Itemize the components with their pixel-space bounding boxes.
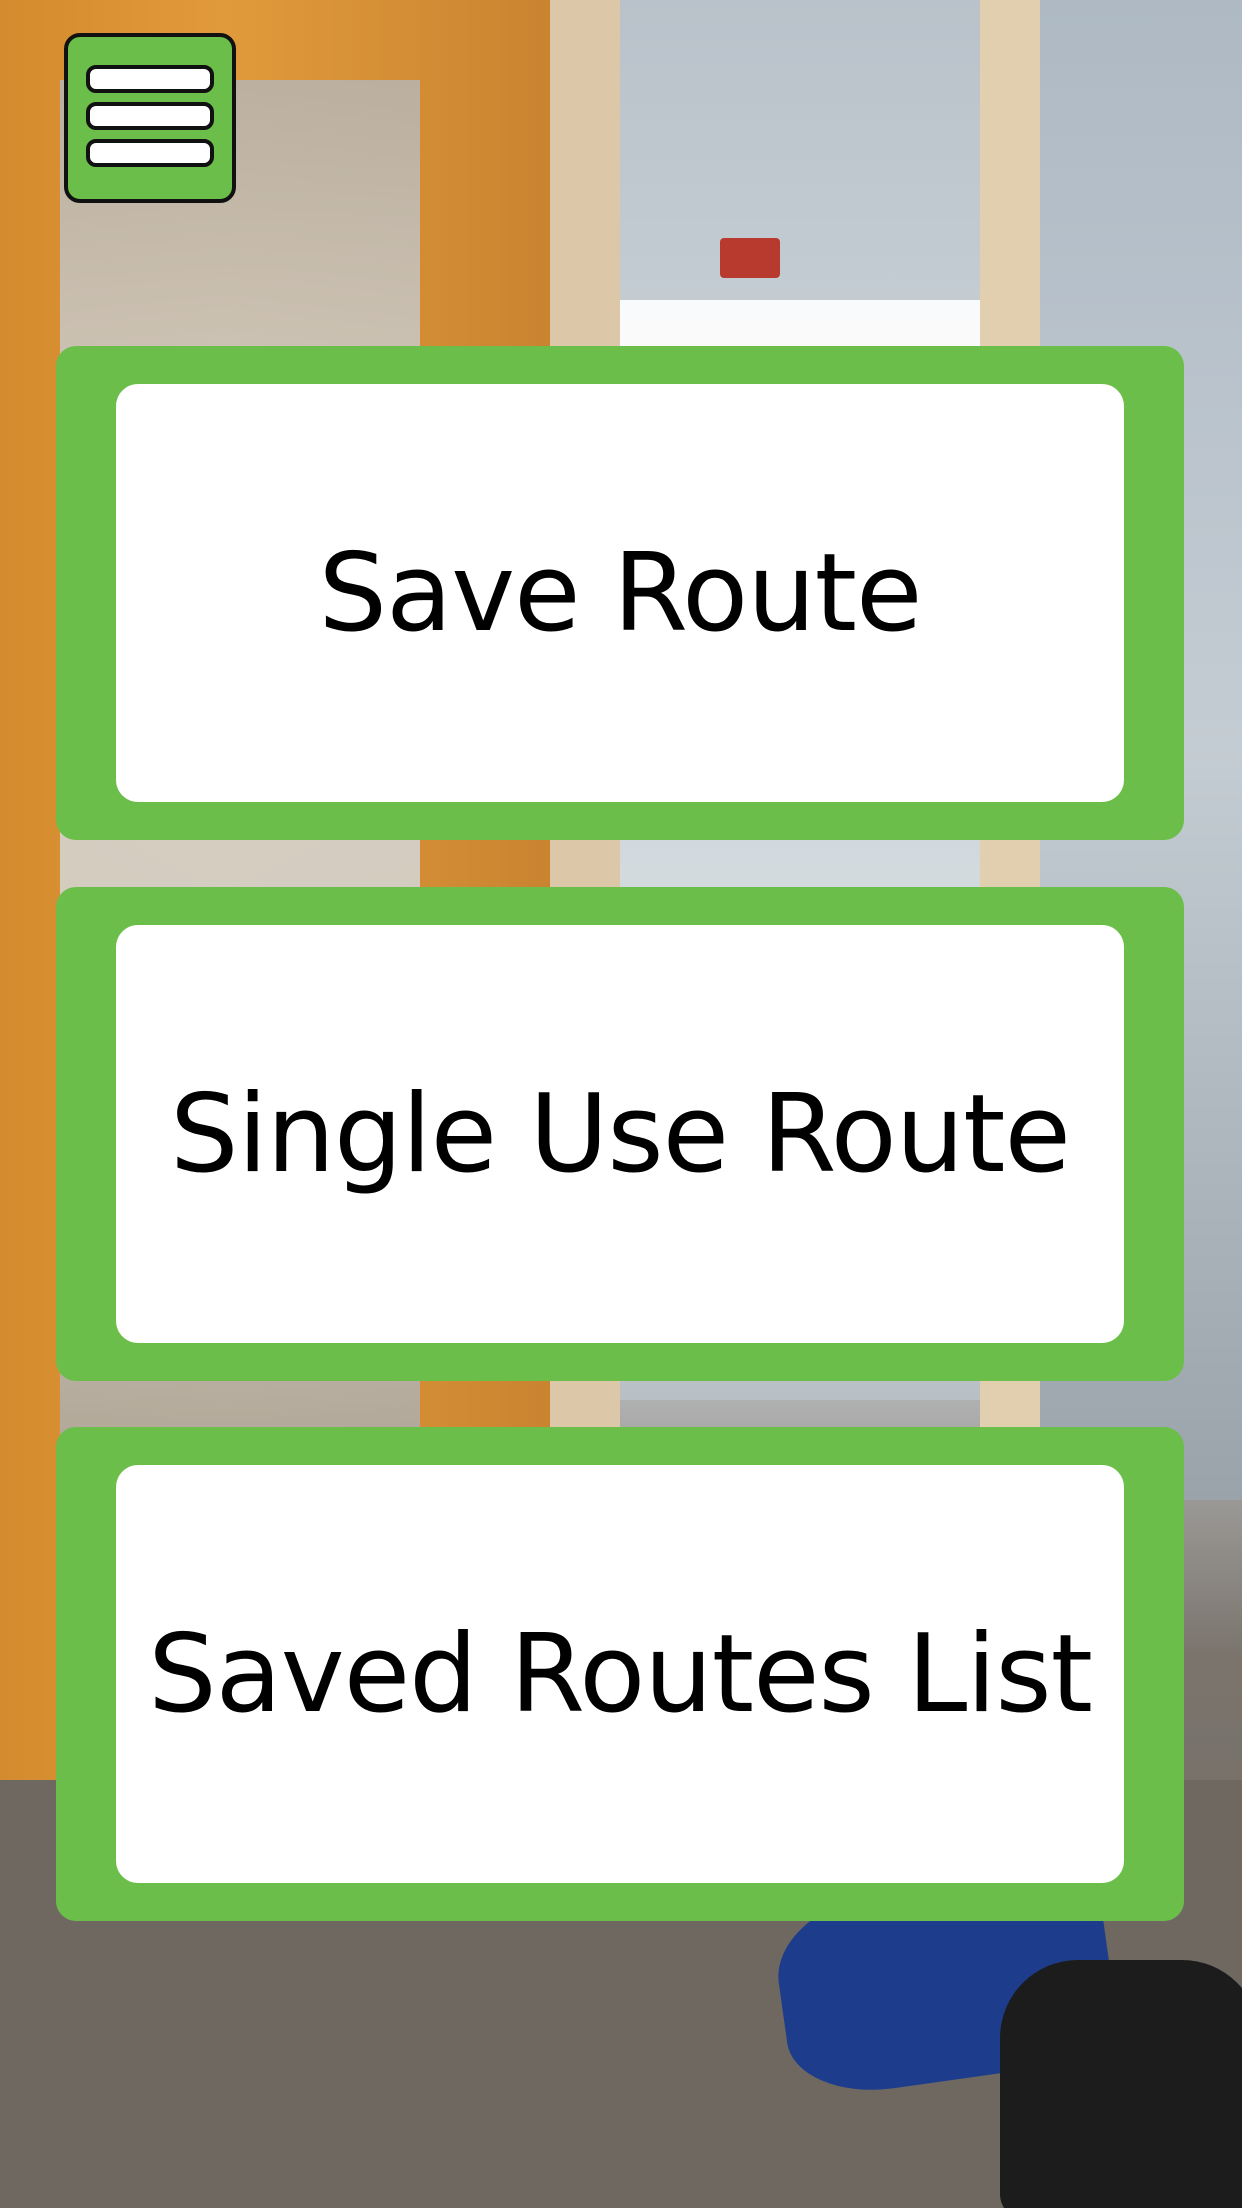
saved-routes-list-button[interactable]: Saved Routes List [56, 1427, 1184, 1921]
single-use-route-button-face[interactable]: Single Use Route [116, 925, 1124, 1343]
saved-routes-list-label: Saved Routes List [148, 1611, 1093, 1737]
menu-button[interactable] [64, 33, 236, 203]
ceiling-light [620, 300, 980, 350]
save-route-label: Save Route [318, 530, 923, 656]
exit-sign [720, 238, 780, 278]
single-use-route-button[interactable]: Single Use Route [56, 887, 1184, 1381]
single-use-route-label: Single Use Route [170, 1071, 1071, 1197]
trash-bin [1000, 1960, 1242, 2208]
save-route-button-face[interactable]: Save Route [116, 384, 1124, 802]
save-route-button[interactable]: Save Route [56, 346, 1184, 840]
saved-routes-list-button-face[interactable]: Saved Routes List [116, 1465, 1124, 1883]
hamburger-menu-icon [86, 65, 214, 167]
